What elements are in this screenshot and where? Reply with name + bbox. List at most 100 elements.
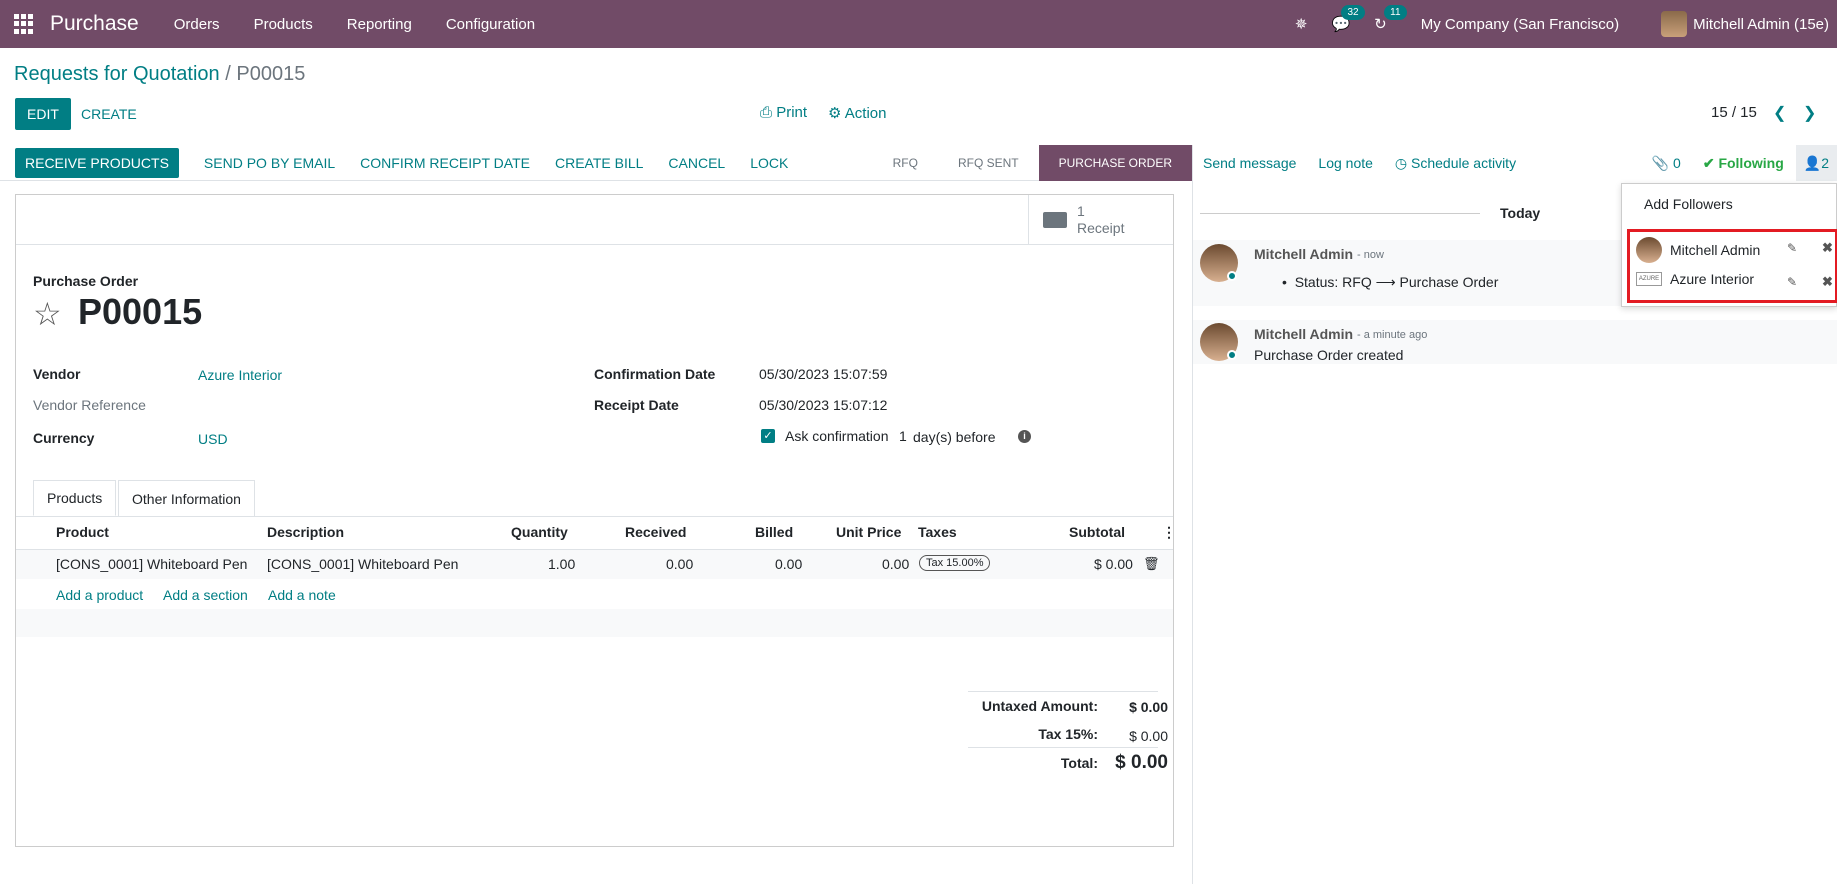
following-button[interactable]: ✔ Following [1703, 155, 1784, 172]
row-product[interactable]: [CONS_0001] Whiteboard Pen [56, 556, 247, 572]
edit-button[interactable]: EDIT [15, 98, 71, 130]
vendor-field[interactable]: Azure Interior [198, 367, 282, 383]
message-author[interactable]: Mitchell Admin [1254, 326, 1353, 342]
action-button[interactable]: ⚙ Action [828, 104, 887, 122]
follower-item[interactable]: Mitchell Admin [1636, 237, 1760, 263]
add-followers-item[interactable]: Add Followers [1644, 196, 1733, 212]
currency-field[interactable]: USD [198, 431, 228, 447]
add-note-link[interactable]: Add a note [268, 587, 336, 603]
breadcrumb-parent[interactable]: Requests for Quotation [14, 63, 220, 85]
untaxed-value: $ 0.00 [1129, 699, 1168, 715]
vendor-reference-label: Vendor Reference [33, 397, 146, 413]
messages-icon[interactable]: 💬 32 [1331, 5, 1365, 33]
tax-badge[interactable]: Tax 15.00% [919, 555, 991, 571]
attachments-count: 0 [1673, 154, 1681, 171]
status-bar: RECEIVE PRODUCTS SEND PO BY EMAIL CONFIR… [0, 145, 1192, 181]
close-icon[interactable]: ✖ [1822, 240, 1833, 256]
form-sheet: 1 Receipt Purchase Order ☆ P00015 Vendor… [15, 194, 1176, 847]
clock-icon: ◷ [1394, 154, 1408, 171]
create-button[interactable]: CREATE [81, 98, 137, 130]
debug-bug-icon[interactable]: ✵ [1295, 15, 1308, 33]
star-icon[interactable]: ☆ [33, 295, 62, 333]
menu-reporting[interactable]: Reporting [330, 16, 429, 33]
paperclip-icon: 📎 [1651, 154, 1670, 171]
stage-rfq-sent[interactable]: RFQ SENT [938, 145, 1039, 181]
col-subtotal[interactable]: Subtotal [1069, 524, 1125, 540]
add-section-link[interactable]: Add a section [163, 587, 248, 603]
message-time: - a minute ago [1357, 329, 1428, 341]
log-note-button[interactable]: Log note [1318, 155, 1373, 171]
menu-products[interactable]: Products [237, 16, 330, 33]
message-author[interactable]: Mitchell Admin [1254, 246, 1353, 262]
company-switcher[interactable]: My Company (San Francisco) [1421, 16, 1619, 33]
pencil-icon[interactable]: ✎ [1787, 241, 1797, 255]
cancel-button[interactable]: CANCEL [668, 155, 725, 171]
message-time: - now [1357, 249, 1384, 261]
receive-products-button[interactable]: RECEIVE PRODUCTS [15, 147, 179, 178]
confirmation-date-field[interactable]: 05/30/2023 15:07:59 [759, 366, 887, 382]
send-message-button[interactable]: Send message [1203, 155, 1296, 171]
followers-dropdown: Add Followers Mitchell Admin ✎ ✖ AZURE A… [1621, 183, 1837, 307]
close-icon[interactable]: ✖ [1822, 274, 1833, 290]
confirm-receipt-date-button[interactable]: CONFIRM RECEIPT DATE [360, 155, 530, 171]
menu-configuration[interactable]: Configuration [429, 16, 552, 33]
receipt-smart-button[interactable]: 1 Receipt [1028, 195, 1173, 244]
col-billed[interactable]: Billed [755, 524, 793, 540]
tab-products[interactable]: Products [33, 480, 117, 516]
add-product-link[interactable]: Add a product [56, 587, 143, 603]
stage-rfq[interactable]: RFQ [873, 145, 938, 181]
schedule-activity-button[interactable]: ◷ Schedule activity [1395, 155, 1516, 172]
chevron-left-icon[interactable]: ❮ [1773, 103, 1786, 123]
row-description[interactable]: [CONS_0001] Whiteboard Pen [267, 556, 458, 572]
chevron-right-icon[interactable]: ❯ [1803, 103, 1816, 123]
col-product[interactable]: Product [56, 524, 109, 540]
activities-clock-icon[interactable]: ↻ 11 [1374, 5, 1407, 33]
pager-value[interactable]: 15 / 15 [1711, 104, 1757, 121]
gear-icon: ⚙ [828, 105, 842, 122]
send-po-email-button[interactable]: SEND PO BY EMAIL [204, 155, 335, 171]
app-name[interactable]: Purchase [50, 12, 139, 36]
ask-confirmation-checkbox[interactable]: ✓ [761, 429, 775, 443]
followers-button[interactable]: 👤 2 [1795, 145, 1837, 181]
message-body: • Status: RFQ ⟶ Purchase Order [1282, 274, 1499, 290]
pencil-icon[interactable]: ✎ [1787, 275, 1797, 289]
empty-table-row [16, 609, 1173, 637]
page-title: P00015 [78, 291, 203, 332]
action-label: Action [844, 105, 887, 122]
today-divider [1200, 213, 1480, 214]
attachments-button[interactable]: 📎 0 [1652, 155, 1681, 172]
row-unit-price[interactable]: 0.00 [882, 556, 909, 572]
apps-menu-icon[interactable] [14, 14, 34, 34]
lock-button[interactable]: LOCK [750, 155, 788, 171]
follower-name: Mitchell Admin [1670, 242, 1761, 258]
col-description[interactable]: Description [267, 524, 344, 540]
col-unit-price[interactable]: Unit Price [836, 524, 901, 540]
chatter-topbar: Send message Log note ◷ Schedule activit… [1193, 145, 1837, 181]
menu-orders[interactable]: Orders [157, 16, 237, 33]
currency-label: Currency [33, 430, 95, 446]
col-quantity[interactable]: Quantity [511, 524, 568, 540]
user-icon: 👤 [1803, 154, 1822, 171]
breadcrumb-separator: / [225, 63, 231, 85]
stage-purchase-order[interactable]: PURCHASE ORDER [1038, 145, 1192, 181]
tab-other-information[interactable]: Other Information [118, 480, 255, 516]
ask-confirmation-days[interactable]: 1 [899, 428, 907, 444]
today-label: Today [1500, 205, 1541, 221]
col-received[interactable]: Received [625, 524, 686, 540]
breadcrumb: Requests for Quotation / P00015 [14, 63, 305, 86]
trash-icon[interactable]: 🗑 [1143, 556, 1160, 572]
print-button[interactable]: ⎙ Print [760, 104, 807, 121]
column-options-icon[interactable]: ⋮ [1162, 524, 1176, 541]
receipt-date-field[interactable]: 05/30/2023 15:07:12 [759, 397, 887, 413]
sheet-divider [16, 244, 1173, 245]
ask-confirmation-suffix: day(s) before [913, 429, 996, 445]
row-billed[interactable]: 0.00 [775, 556, 802, 572]
message-body-text: Status: RFQ ⟶ Purchase Order [1294, 274, 1499, 290]
info-icon[interactable]: i [1018, 430, 1031, 443]
follower-item[interactable]: AZURE Azure Interior [1636, 271, 1754, 287]
row-quantity[interactable]: 1.00 [548, 556, 575, 572]
col-taxes[interactable]: Taxes [918, 524, 957, 540]
user-menu[interactable]: Mitchell Admin (15e) [1661, 11, 1829, 37]
row-received[interactable]: 0.00 [666, 556, 693, 572]
create-bill-button[interactable]: CREATE BILL [555, 155, 643, 171]
